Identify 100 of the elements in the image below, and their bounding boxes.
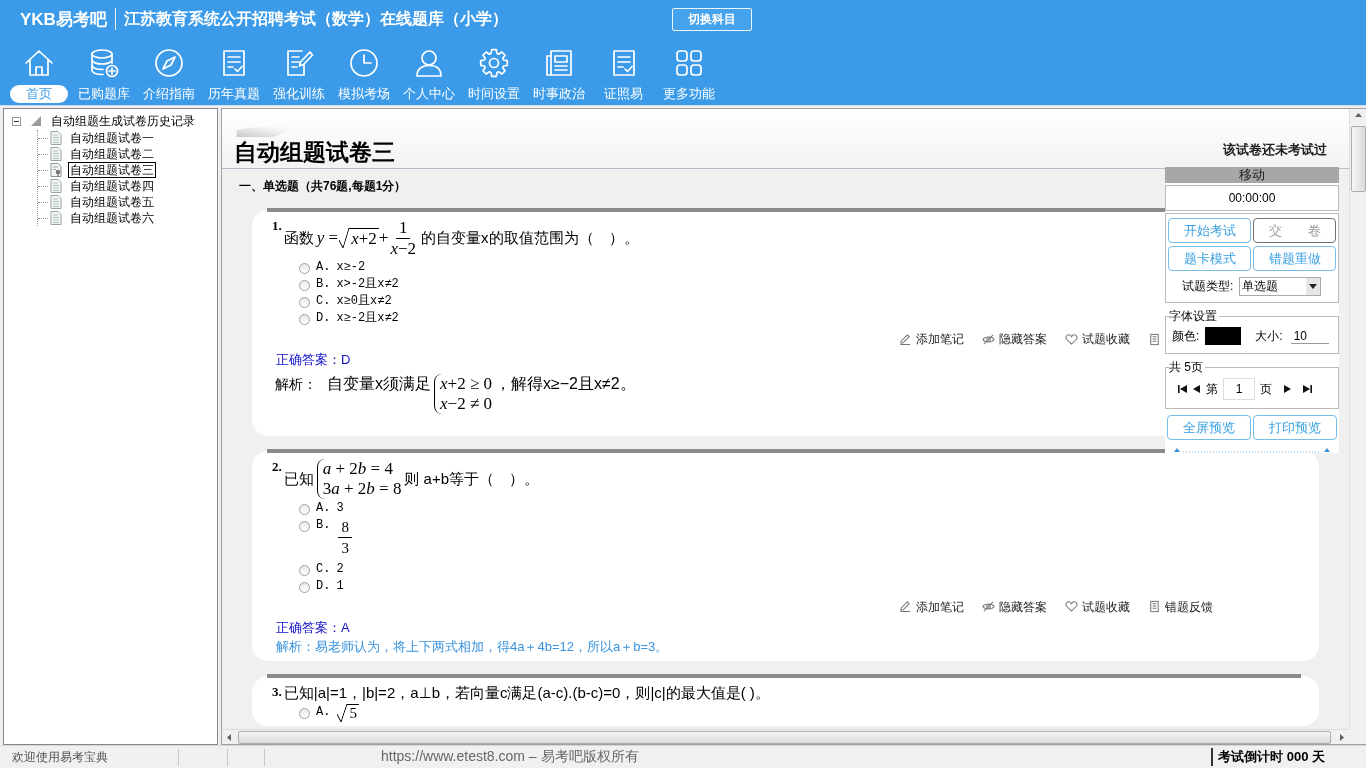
font-size-field[interactable]: 10 bbox=[1290, 328, 1329, 344]
arrow-left-icon[interactable] bbox=[224, 732, 234, 742]
question-number: 1. bbox=[272, 218, 282, 234]
pencil-icon bbox=[899, 600, 912, 614]
tree-item[interactable]: 自动组题试卷二 bbox=[68, 146, 156, 162]
exam-status-text: 该试卷还未考试过 bbox=[1223, 140, 1327, 159]
add-note-link[interactable]: 添加笔记 bbox=[899, 331, 964, 348]
document-icon bbox=[50, 147, 62, 161]
tree-item[interactable]: 自动组题试卷五 bbox=[68, 194, 156, 210]
option-text: 2 bbox=[336, 560, 344, 578]
option-letter: A. bbox=[316, 500, 331, 518]
document-pin-icon bbox=[50, 163, 62, 177]
arrow-right-icon[interactable] bbox=[1337, 732, 1347, 742]
radio-button[interactable] bbox=[299, 581, 310, 593]
math-formula: 5 bbox=[336, 703, 359, 722]
math-formula: 8 3 bbox=[336, 517, 354, 561]
analysis-text: 自变量x须满足 bbox=[327, 374, 431, 395]
timer-display: 00:00:00 bbox=[1165, 185, 1339, 211]
skip-start-icon[interactable] bbox=[1178, 385, 1187, 393]
move-handle[interactable]: 移动 bbox=[1165, 167, 1339, 183]
skip-end-icon[interactable] bbox=[1303, 385, 1312, 393]
analysis-text: ，解得x≥−2且x≠2。 bbox=[494, 374, 636, 395]
question-text: 的自变量x的取值范围为（ ）。 bbox=[421, 228, 639, 248]
correct-answer: 正确答案：D bbox=[276, 352, 351, 369]
option-text: x>-2且x≠2 bbox=[336, 276, 399, 294]
document-icon bbox=[50, 195, 62, 209]
heart-icon bbox=[1065, 332, 1078, 346]
triangle-icon bbox=[31, 116, 41, 126]
favorite-link[interactable]: 试题收藏 bbox=[1065, 331, 1130, 348]
notebook-icon bbox=[1148, 600, 1161, 614]
hide-answer-link[interactable]: 隐藏答案 bbox=[982, 598, 1047, 615]
option-letter: C. bbox=[316, 560, 331, 578]
tree-item[interactable]: 自动组题试卷四 bbox=[68, 178, 156, 194]
error-report-link[interactable] bbox=[1148, 331, 1161, 348]
section-heading: 一、单选题（共76题,每题1分） bbox=[239, 179, 407, 193]
radio-button[interactable] bbox=[299, 280, 310, 292]
analysis-label: 解析： bbox=[275, 375, 317, 395]
eye-slash-icon bbox=[982, 600, 995, 614]
question-text: 已知|a|=1，|b|=2，a⊥b，若向量c满足(a-c).(b-c)=0，则|c|的最大值是( )。 bbox=[283, 683, 770, 703]
favorite-link[interactable]: 试题收藏 bbox=[1065, 598, 1130, 615]
paper-title: 自动组题试卷三 bbox=[234, 138, 395, 167]
math-formula: x+2 ≥ 0 x−2 ≠ 0 bbox=[434, 374, 492, 415]
collapse-icon[interactable] bbox=[12, 116, 21, 126]
app-title: 江苏教育系统公开招聘考试（数学）在线题库（小学） bbox=[123, 8, 508, 29]
radio-button[interactable] bbox=[299, 564, 310, 576]
question-number: 3. bbox=[272, 683, 282, 700]
error-report-link[interactable]: 错题反馈 bbox=[1148, 598, 1213, 615]
triangle-left-icon[interactable] bbox=[1192, 385, 1201, 393]
radio-button[interactable] bbox=[299, 263, 310, 275]
analysis-text: 解析：易老师认为，将上下两式相加，得4a＋4b=12，所以a＋b=3。 bbox=[276, 637, 669, 656]
radio-button[interactable] bbox=[299, 297, 310, 309]
document-icon bbox=[50, 131, 62, 145]
document-icon bbox=[50, 179, 62, 193]
clock-icon bbox=[347, 47, 380, 79]
add-note-link[interactable]: 添加笔记 bbox=[899, 598, 964, 615]
color-swatch[interactable] bbox=[1205, 327, 1242, 345]
collapse-handle[interactable] bbox=[1173, 447, 1331, 453]
option-text: x≥-2 bbox=[336, 259, 366, 277]
option-letter: B. bbox=[316, 276, 331, 294]
option-text: x≥-2且x≠2 bbox=[336, 310, 399, 328]
countdown-text: 考试倒计时 000 天 bbox=[1211, 748, 1366, 766]
home-icon bbox=[22, 47, 55, 79]
question-number: 2. bbox=[272, 459, 282, 476]
tree-item[interactable]: 自动组题试卷三 bbox=[68, 162, 156, 178]
math-formula: y = x+2+ 1 x−2 bbox=[316, 218, 417, 259]
question-type-select[interactable]: 单选题 bbox=[1239, 277, 1322, 296]
vertical-scrollbar[interactable] bbox=[1349, 109, 1366, 729]
option-text: 3 bbox=[336, 500, 344, 518]
radio-button[interactable] bbox=[299, 314, 310, 326]
option-letter: A. bbox=[316, 259, 331, 277]
page-suffix: 页 bbox=[1260, 380, 1272, 398]
question-type-label: 试题类型: bbox=[1182, 278, 1234, 295]
option-letter: A. bbox=[316, 703, 331, 721]
option-letter: B. bbox=[316, 517, 331, 535]
correct-answer: 正确答案：A bbox=[276, 619, 350, 636]
option-letter: D. bbox=[316, 310, 331, 328]
eye-slash-icon bbox=[982, 332, 995, 346]
triangle-right-icon[interactable] bbox=[1283, 385, 1292, 393]
page-prefix: 第 bbox=[1206, 380, 1218, 398]
color-label: 颜色: bbox=[1172, 327, 1200, 345]
tree-root-label[interactable]: 自动组题生成试卷历史记录 bbox=[49, 113, 197, 129]
welcome-text: 欢迎使用易考宝典 bbox=[0, 748, 179, 766]
radio-button[interactable] bbox=[299, 504, 310, 516]
math-formula: a + 2b = 4 3a + 2b = 8 bbox=[316, 459, 402, 500]
hide-answer-link[interactable]: 隐藏答案 bbox=[982, 331, 1047, 348]
document-icon bbox=[50, 211, 62, 225]
option-text: 1 bbox=[336, 577, 344, 595]
radio-button[interactable] bbox=[299, 521, 310, 533]
question-text: 函数 bbox=[283, 228, 314, 248]
tree-item[interactable]: 自动组题试卷一 bbox=[68, 130, 156, 146]
page-field[interactable]: 1 bbox=[1223, 378, 1255, 400]
copyright-text: https://www.etest8.com – 易考吧版权所有 bbox=[380, 748, 640, 766]
settings-icon bbox=[477, 47, 510, 79]
option-text: x≥0且x≠2 bbox=[336, 293, 392, 311]
radio-button[interactable] bbox=[299, 707, 310, 719]
scrollbar-thumb[interactable] bbox=[1350, 126, 1366, 192]
group-label: 字体设置 bbox=[1169, 309, 1218, 323]
question-text: 则 a+b等于（ ）。 bbox=[404, 469, 540, 489]
compass-icon bbox=[152, 47, 185, 79]
tree-item[interactable]: 自动组题试卷六 bbox=[68, 210, 156, 226]
